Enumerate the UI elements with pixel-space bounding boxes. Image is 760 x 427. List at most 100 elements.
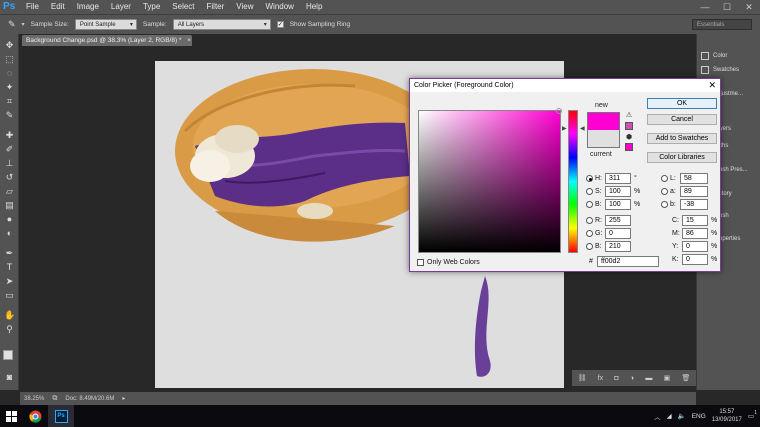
color-libraries-button[interactable]: Color Libraries	[647, 152, 717, 163]
status-menu-icon[interactable]: ▸	[122, 395, 125, 402]
menu-layer[interactable]: Layer	[105, 0, 137, 14]
zoom-level[interactable]: 38.25%	[24, 396, 44, 402]
eyedropper-icon[interactable]: ✎	[8, 19, 16, 30]
saturation-radio[interactable]	[586, 188, 593, 195]
menu-filter[interactable]: Filter	[201, 0, 231, 14]
only-web-colors-checkbox[interactable]	[417, 259, 424, 266]
menu-file[interactable]: File	[20, 0, 45, 14]
layer-mask-icon[interactable]: ◘	[614, 375, 618, 382]
lasso-tool-icon[interactable]: ◌	[4, 68, 15, 79]
photoshop-taskbar-button[interactable]: Ps	[48, 405, 74, 427]
dodge-tool-icon[interactable]: ◐	[4, 228, 15, 239]
link-layers-icon[interactable]: ⛓	[578, 374, 587, 382]
panel-color[interactable]: Color	[701, 52, 727, 60]
menu-window[interactable]: Window	[260, 0, 300, 14]
chrome-taskbar-button[interactable]	[22, 405, 48, 427]
path-selection-icon[interactable]: ➤	[4, 276, 15, 287]
lab-l-radio[interactable]	[661, 175, 668, 182]
hand-tool-icon[interactable]: ✋	[4, 310, 15, 321]
menu-edit[interactable]: Edit	[45, 0, 71, 14]
new-group-icon[interactable]: ▬	[645, 375, 652, 382]
tool-preset-dropdown[interactable]: ▾	[22, 21, 25, 28]
close-window-button[interactable]: ✕	[738, 0, 760, 14]
foreground-color-swatch[interactable]	[3, 350, 13, 360]
document-tab[interactable]: Background Change.psd @ 38.3% (Layer 2, …	[22, 35, 192, 46]
black-input[interactable]: 0	[682, 254, 708, 265]
minimize-button[interactable]: —	[694, 0, 716, 14]
blue-radio[interactable]	[586, 243, 593, 250]
lab-a-input[interactable]: 89	[680, 186, 708, 197]
gamut-color-swatch[interactable]	[625, 122, 633, 130]
hue-input[interactable]: 311	[605, 173, 631, 184]
green-input[interactable]: 0	[605, 228, 631, 239]
sample-size-select[interactable]: Point Sample	[74, 19, 137, 31]
layer-style-icon[interactable]: fx	[598, 375, 603, 382]
quick-mask-icon[interactable]: ◙	[4, 372, 15, 383]
ok-button[interactable]: OK	[647, 98, 717, 109]
hue-slider-left-arrow[interactable]: ▶	[562, 125, 567, 132]
adjustment-layer-icon[interactable]: ◑	[630, 375, 634, 382]
history-brush-icon[interactable]: ↺	[4, 172, 15, 183]
gradient-tool-icon[interactable]: ▤	[4, 200, 15, 211]
start-button[interactable]	[0, 405, 22, 427]
lab-b-radio[interactable]	[661, 201, 668, 208]
pen-tool-icon[interactable]: ✒	[4, 248, 15, 259]
eyedropper-tool-icon[interactable]: ✎	[4, 110, 15, 121]
shape-tool-icon[interactable]: ▭	[4, 290, 15, 301]
clone-stamp-icon[interactable]: ⊥	[4, 158, 15, 169]
type-tool-icon[interactable]: T	[4, 262, 15, 273]
web-safe-cube-icon[interactable]: ⬢	[625, 134, 633, 142]
marquee-tool-icon[interactable]: ⬚	[4, 54, 15, 65]
menu-help[interactable]: Help	[300, 0, 328, 14]
cancel-button[interactable]: Cancel	[647, 114, 717, 125]
status-share-icon[interactable]: ⧉	[52, 395, 57, 403]
only-web-colors-option[interactable]: Only Web Colors	[417, 259, 480, 266]
color-field[interactable]	[418, 110, 561, 253]
tray-chevron-icon[interactable]: ︿	[654, 411, 661, 421]
new-layer-icon[interactable]: ▣	[664, 374, 671, 382]
maximize-button[interactable]: ☐	[716, 0, 738, 14]
blur-tool-icon[interactable]: ●	[4, 214, 15, 225]
notifications-icon[interactable]: ▭ 1	[748, 410, 757, 420]
doc-size-info[interactable]: Doc: 8.49M/20.6M	[65, 396, 114, 402]
brightness-input[interactable]: 100	[605, 199, 631, 210]
hue-radio[interactable]	[586, 175, 593, 182]
eraser-tool-icon[interactable]: ▱	[4, 186, 15, 197]
lab-b-input[interactable]: -38	[680, 199, 708, 210]
clock[interactable]: 15:57 13/09/2017	[712, 408, 742, 424]
magenta-input[interactable]: 86	[682, 228, 708, 239]
yellow-input[interactable]: 0	[682, 241, 708, 252]
crop-tool-icon[interactable]: ⌗	[4, 96, 15, 107]
web-safe-color-swatch[interactable]	[625, 143, 633, 151]
healing-brush-icon[interactable]: ✚	[4, 130, 15, 141]
add-to-swatches-button[interactable]: Add to Swatches	[647, 133, 717, 144]
green-radio[interactable]	[586, 230, 593, 237]
network-icon[interactable]: ◢	[667, 412, 672, 420]
red-input[interactable]: 255	[605, 215, 631, 226]
blue-input[interactable]: 210	[605, 241, 631, 252]
brush-tool-icon[interactable]: ✐	[4, 144, 15, 155]
brightness-radio[interactable]	[586, 201, 593, 208]
current-color-swatch[interactable]	[587, 130, 620, 148]
sample-select[interactable]: All Layers	[172, 19, 271, 31]
menu-image[interactable]: Image	[71, 0, 105, 14]
dialog-close-icon[interactable]: ✕	[708, 79, 716, 92]
panel-swatches[interactable]: Swatches	[701, 66, 739, 74]
workspace-select[interactable]: Essentials	[692, 19, 752, 30]
gamut-warning-icon[interactable]: ⚠	[625, 112, 633, 120]
close-tab-icon[interactable]: ×	[187, 37, 191, 44]
lab-a-radio[interactable]	[661, 188, 668, 195]
input-language[interactable]: ENG	[692, 413, 706, 420]
hue-slider[interactable]	[568, 110, 578, 253]
hue-slider-right-arrow[interactable]: ◀	[580, 125, 585, 132]
zoom-tool-icon[interactable]: ⚲	[4, 324, 15, 335]
red-radio[interactable]	[586, 217, 593, 224]
magic-wand-icon[interactable]: ✦	[4, 82, 15, 93]
menu-view[interactable]: View	[230, 0, 259, 14]
saturation-input[interactable]: 100	[605, 186, 631, 197]
menu-select[interactable]: Select	[166, 0, 200, 14]
move-tool-icon[interactable]: ✥	[4, 40, 15, 51]
hex-input[interactable]: ff00d2	[597, 256, 659, 267]
color-field-marker[interactable]	[556, 108, 562, 114]
volume-icon[interactable]: 🔈	[678, 412, 686, 420]
